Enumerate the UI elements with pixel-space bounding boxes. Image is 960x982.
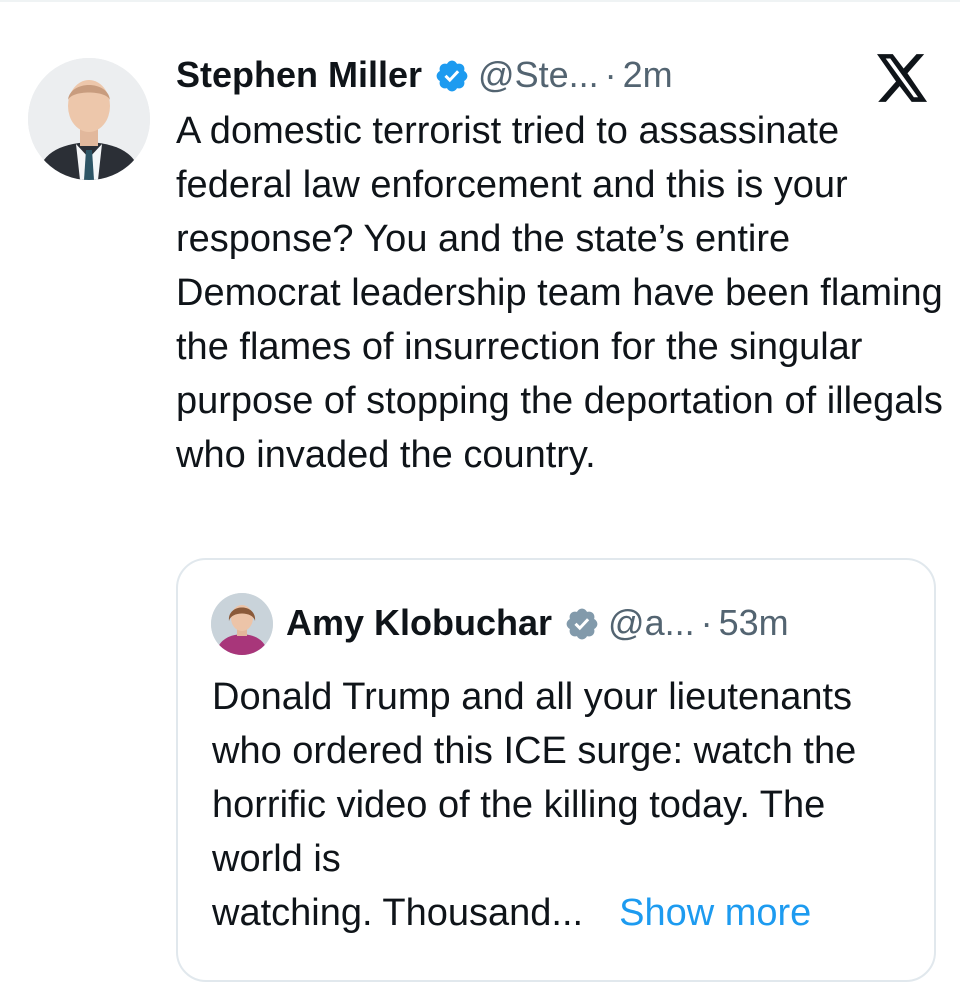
author-handle[interactable]: @Ste... <box>478 50 599 100</box>
author-avatar[interactable] <box>28 58 150 180</box>
quote-separator-dot: · <box>700 602 713 643</box>
tweet-header: Stephen Miller @Ste... · 2m <box>176 50 673 100</box>
quote-header: Amy Klobuchar @a... · 53m <box>286 598 789 648</box>
quote-author-avatar[interactable] <box>211 593 273 655</box>
tweet-timestamp[interactable]: 2m <box>623 50 673 100</box>
quote-timestamp[interactable]: 53m <box>719 598 789 648</box>
x-logo-icon <box>877 54 929 102</box>
tweet[interactable]: Stephen Miller @Ste... · 2m A domestic t… <box>0 0 960 982</box>
separator-dot: · <box>604 54 617 95</box>
quote-author-name[interactable]: Amy Klobuchar <box>286 598 552 648</box>
verified-badge-grey-icon[interactable] <box>564 605 600 641</box>
tweet-text: A domestic terrorist tried to assassinat… <box>176 110 943 476</box>
quote-text: Donald Trump and all your lieutenants wh… <box>212 676 857 880</box>
author-name[interactable]: Stephen Miller <box>176 50 422 100</box>
quote-text-truncated-line: watching. Thousand... Show more <box>212 886 912 940</box>
verified-badge-icon[interactable] <box>434 57 470 93</box>
show-more-link[interactable]: Show more <box>619 892 811 934</box>
quoted-tweet-card[interactable]: Amy Klobuchar @a... · 53m Donald Trump a… <box>176 558 936 982</box>
quote-author-handle[interactable]: @a... <box>608 598 695 648</box>
quote-text-tail: watching. Thousand... <box>212 892 584 934</box>
